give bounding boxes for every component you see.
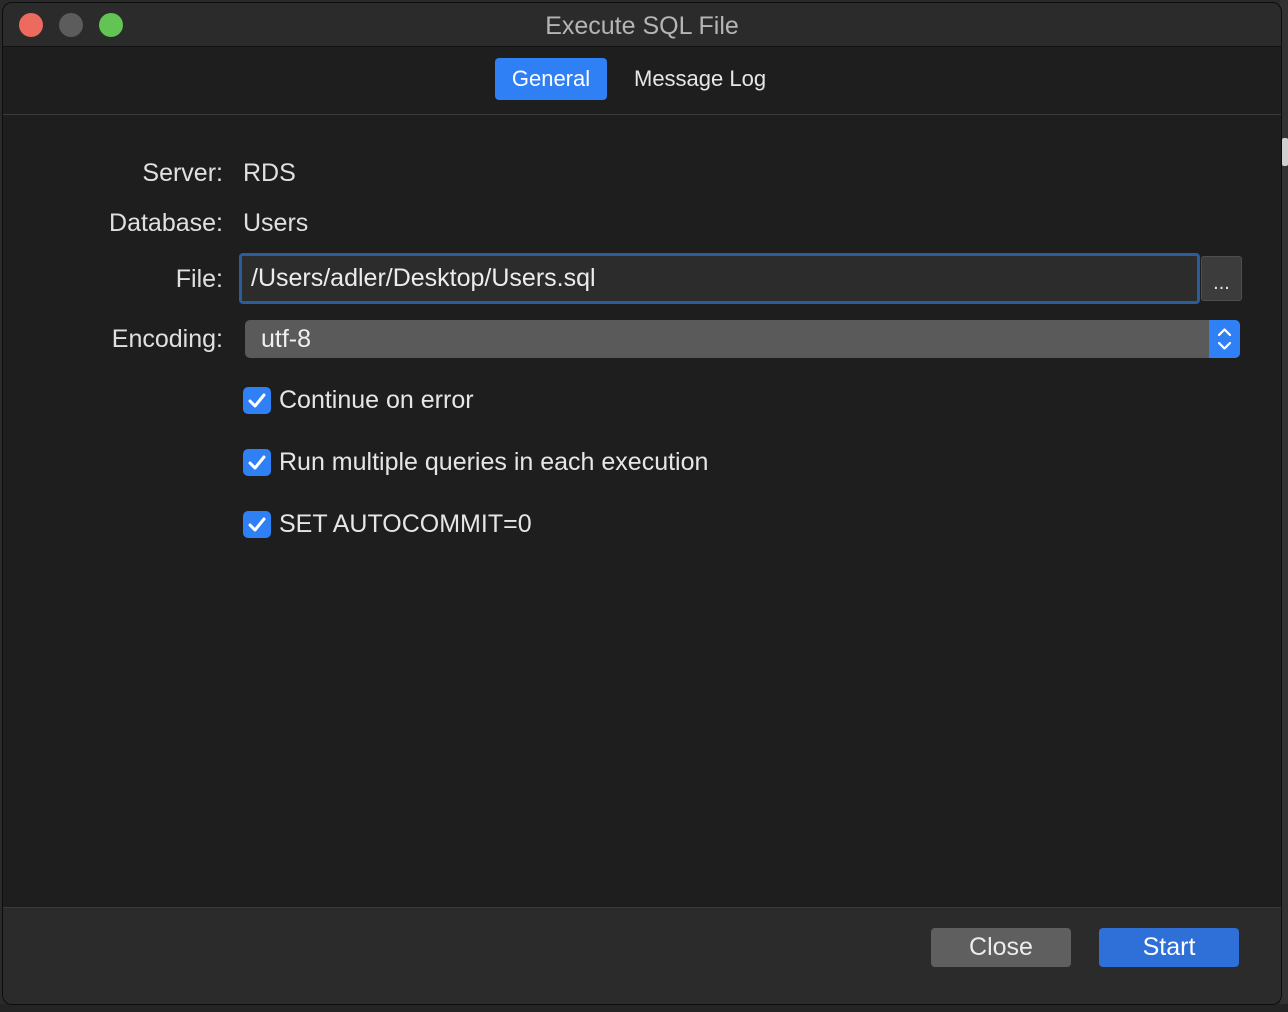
- server-label: Server:: [142, 159, 223, 187]
- background-window-bottom: [0, 1004, 1288, 1012]
- encoding-label: Encoding:: [111, 325, 223, 353]
- browse-file-button[interactable]: ...: [1201, 256, 1242, 301]
- window-title: Execute SQL File: [545, 12, 739, 40]
- execute-sql-dialog: Execute SQL File General Message Log Ser…: [2, 2, 1282, 1005]
- tab-bar: General Message Log: [3, 48, 1281, 115]
- database-label: Database:: [109, 209, 223, 237]
- continue-on-error-label: Continue on error: [279, 386, 474, 414]
- encoding-select[interactable]: utf-8: [245, 320, 1240, 358]
- start-button[interactable]: Start: [1099, 928, 1239, 967]
- title-bar: Execute SQL File: [3, 3, 1281, 47]
- checkmark-icon: [243, 387, 271, 414]
- background-scrollbar: [1282, 138, 1288, 166]
- encoding-selected-value: utf-8: [261, 325, 312, 353]
- dialog-footer: Close Start: [3, 907, 1281, 1004]
- close-button[interactable]: Close: [931, 928, 1071, 967]
- file-label: File:: [175, 265, 223, 293]
- checkmark-icon: [243, 511, 271, 538]
- chevron-up-down-icon: [1209, 320, 1240, 358]
- database-value: Users: [243, 209, 309, 237]
- tab-general[interactable]: General: [495, 58, 607, 100]
- run-multiple-queries-label: Run multiple queries in each execution: [279, 448, 709, 476]
- checkmark-icon: [243, 449, 271, 476]
- tab-message-log[interactable]: Message Log: [619, 58, 781, 100]
- server-value: RDS: [243, 159, 296, 187]
- set-autocommit-label: SET AUTOCOMMIT=0: [279, 510, 532, 538]
- file-path-input[interactable]: [239, 253, 1200, 304]
